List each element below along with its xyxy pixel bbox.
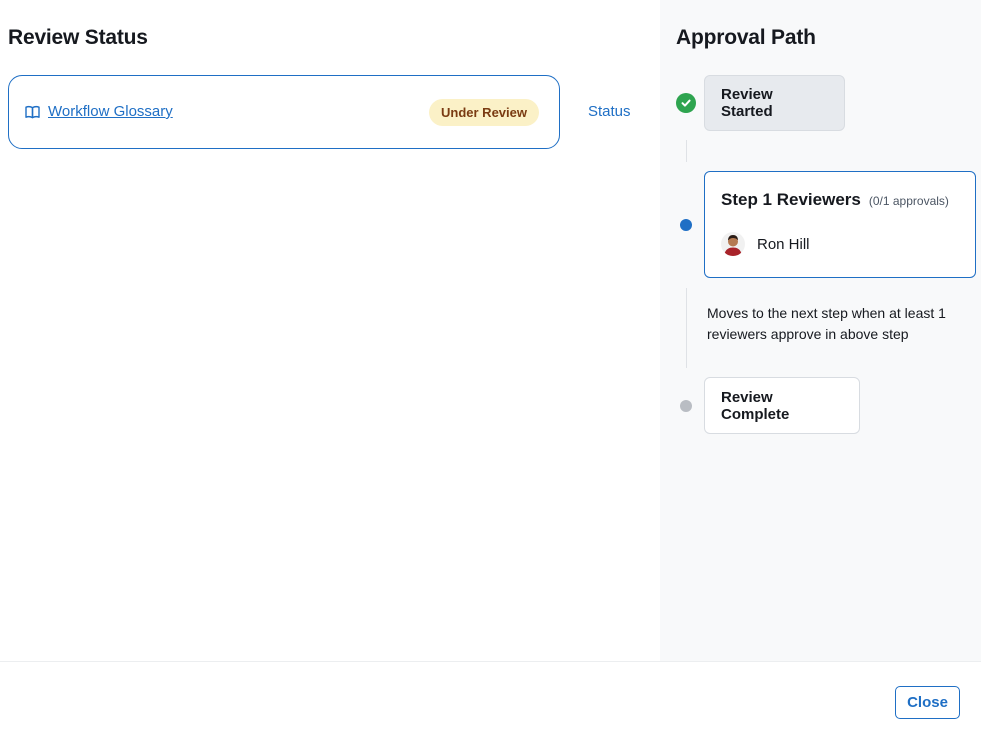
step-current-indicator: [676, 215, 696, 235]
check-circle-icon: [676, 93, 696, 113]
asset-card: Workflow Glossary Under Review: [8, 75, 560, 149]
timeline-connector: [686, 288, 687, 368]
step-pending-indicator: [676, 396, 696, 416]
step-review-complete: Review Complete: [704, 377, 860, 434]
step-label: Review Started: [721, 86, 773, 120]
avatar: [721, 232, 745, 256]
timeline-connector: [686, 140, 687, 162]
book-icon: [25, 105, 40, 119]
current-dot-icon: [680, 219, 692, 231]
status-badge: Under Review: [429, 99, 539, 126]
step-review-started: Review Started: [704, 75, 845, 131]
approval-path-title: Approval Path: [676, 26, 816, 49]
step-done-indicator: [676, 93, 696, 113]
close-button[interactable]: Close: [895, 686, 960, 719]
approval-rule-text: Moves to the next step when at least 1 r…: [707, 305, 946, 342]
reviewer-name: Ron Hill: [757, 235, 810, 253]
step-label: Review Complete: [721, 388, 790, 423]
asset-link[interactable]: Workflow Glossary: [25, 103, 173, 120]
dialog-footer: [0, 661, 981, 739]
approval-count: (0/1 approvals): [868, 194, 949, 208]
reviewer-item: Ron Hill: [721, 232, 810, 256]
pending-dot-icon: [680, 400, 692, 412]
step-reviewers-card: Step 1 Reviewers (0/1 approvals) Ron Hil…: [704, 171, 976, 278]
review-status-title: Review Status: [8, 26, 148, 49]
asset-name: Workflow Glossary: [48, 103, 173, 120]
review-status-panel: Review Status Workflow Glossary Under Re…: [0, 0, 660, 661]
step-label: Step 1 Reviewers: [721, 190, 861, 209]
status-link[interactable]: Status: [588, 103, 631, 120]
step-reviewers-header: Step 1 Reviewers (0/1 approvals): [721, 190, 949, 210]
approval-path-panel: Approval Path Review Started Step 1 Revi…: [660, 0, 981, 661]
